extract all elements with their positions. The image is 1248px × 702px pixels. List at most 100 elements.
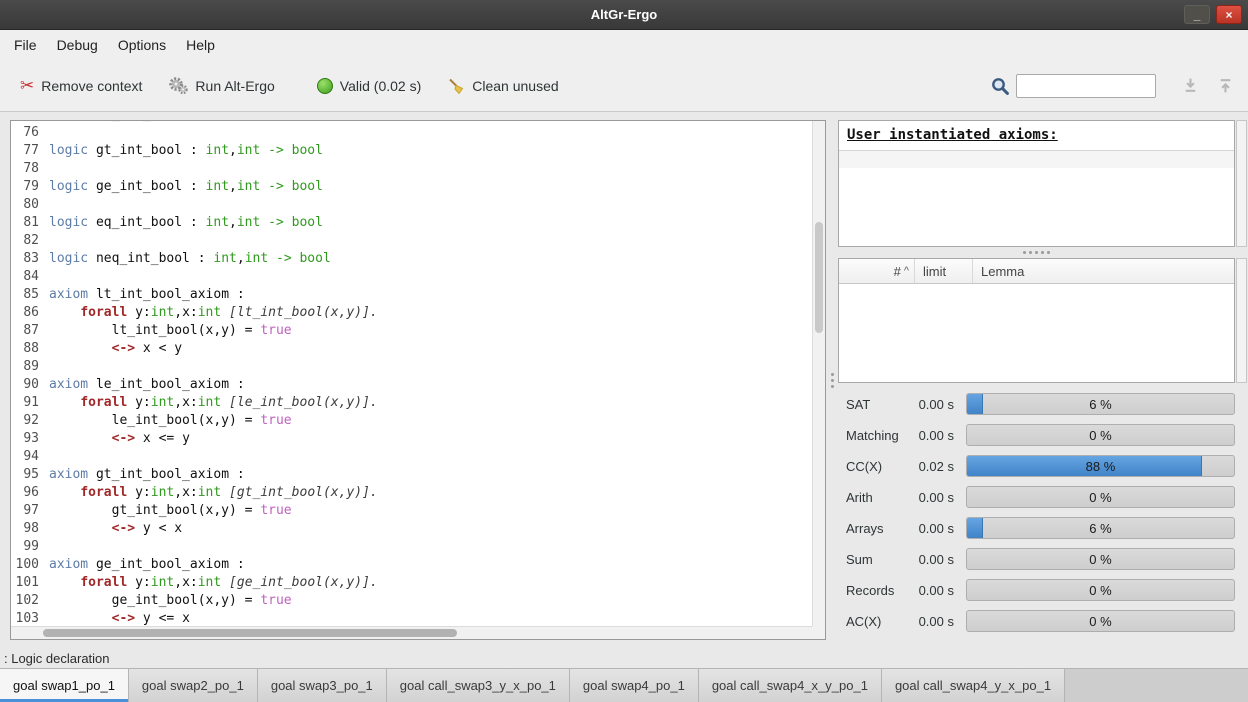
code-line-102[interactable]: 102 ge_int_bool(x,y) = true bbox=[11, 592, 812, 610]
run-alt-ergo-button[interactable]: Run Alt-Ergo bbox=[162, 72, 280, 100]
code-line-97[interactable]: 97 gt_int_bool(x,y) = true bbox=[11, 502, 812, 520]
code-text bbox=[49, 538, 812, 556]
code-line-96[interactable]: 96 forall y:int,x:int [gt_int_bool(x,y)]… bbox=[11, 484, 812, 502]
code-line-98[interactable]: 98 <-> y < x bbox=[11, 520, 812, 538]
code-line-91[interactable]: 91 forall y:int,x:int [le_int_bool(x,y)]… bbox=[11, 394, 812, 412]
code-line-87[interactable]: 87 lt_int_bool(x,y) = true bbox=[11, 322, 812, 340]
code-line-84[interactable]: 84 bbox=[11, 268, 812, 286]
code-line-99[interactable]: 99 bbox=[11, 538, 812, 556]
titlebar[interactable]: AltGr-Ergo _ × bbox=[0, 0, 1248, 30]
code-line-80[interactable]: 80 bbox=[11, 196, 812, 214]
line-number: 84 bbox=[11, 268, 49, 286]
tab-label: goal swap3_po_1 bbox=[271, 678, 373, 693]
column-header-limit[interactable]: limit bbox=[915, 259, 973, 283]
code-line-78[interactable]: 78 bbox=[11, 160, 812, 178]
column-header-lemma[interactable]: Lemma bbox=[973, 259, 1234, 283]
code-line-88[interactable]: 88 <-> x < y bbox=[11, 340, 812, 358]
editor-panel-splitter[interactable] bbox=[826, 120, 838, 640]
code-line-89[interactable]: 89 bbox=[11, 358, 812, 376]
code-line-93[interactable]: 93 <-> x <= y bbox=[11, 430, 812, 448]
code-line-83[interactable]: 83logic neq_int_bool : int,int -> bool bbox=[11, 250, 812, 268]
axioms-table-splitter[interactable] bbox=[838, 247, 1235, 258]
code-line-82[interactable]: 82 bbox=[11, 232, 812, 250]
stat-time: 0.00 s bbox=[906, 583, 954, 598]
stat-progress-bar: 88 % bbox=[966, 455, 1235, 477]
code-line-90[interactable]: 90axiom le_int_bool_axiom : bbox=[11, 376, 812, 394]
stat-row-cc-x: CC(X)0.02 s88 % bbox=[846, 455, 1235, 477]
stat-row-ac-x: AC(X)0.00 s0 % bbox=[846, 610, 1235, 632]
tab-goal-call-swap3-y-x-po-1[interactable]: goal call_swap3_y_x_po_1 bbox=[387, 669, 570, 702]
lemma-table-body[interactable] bbox=[839, 284, 1234, 382]
code-line-86[interactable]: 86 forall y:int,x:int [lt_int_bool(x,y)]… bbox=[11, 304, 812, 322]
code-line-76[interactable]: 76 bbox=[11, 124, 812, 142]
goal-tabbar: goal swap1_po_1goal swap2_po_1 goal swap3… bbox=[0, 668, 1248, 702]
tab-label: goal swap4_po_1 bbox=[583, 678, 685, 693]
editor-horizontal-scrollbar[interactable] bbox=[11, 626, 812, 639]
line-number: 96 bbox=[11, 484, 49, 502]
splitter-grip-icon bbox=[1035, 251, 1038, 254]
stat-label: Arrays bbox=[846, 521, 906, 536]
code-editor[interactable]: 75logic le_int_bool : int,int -> bool767… bbox=[10, 120, 826, 640]
go-up-icon[interactable] bbox=[1217, 77, 1234, 94]
clean-unused-button[interactable]: Clean unused bbox=[441, 73, 564, 99]
code-line-101[interactable]: 101 forall y:int,x:int [ge_int_bool(x,y)… bbox=[11, 574, 812, 592]
axioms-scrollbar[interactable] bbox=[1236, 120, 1247, 247]
code-line-81[interactable]: 81logic eq_int_bool : int,int -> bool bbox=[11, 214, 812, 232]
horizontal-scrollbar-thumb[interactable] bbox=[43, 629, 457, 637]
tab-goal-call-swap4-x-y-po-1[interactable]: goal call_swap4_x_y_po_1 bbox=[699, 669, 882, 702]
code-text: ge_int_bool(x,y) = true bbox=[49, 592, 812, 610]
editor-vertical-scrollbar[interactable] bbox=[812, 121, 825, 626]
stat-label: AC(X) bbox=[846, 614, 906, 629]
tab-goal-swap2-po-1[interactable]: goal swap2_po_1 bbox=[129, 669, 258, 702]
line-number: 97 bbox=[11, 502, 49, 520]
tab-goal-swap3-po-1[interactable]: goal swap3_po_1 bbox=[258, 669, 387, 702]
stat-progress-bar: 0 % bbox=[966, 548, 1235, 570]
code-line-94[interactable]: 94 bbox=[11, 448, 812, 466]
menu-help[interactable]: Help bbox=[176, 32, 225, 58]
code-text: forall y:int,x:int [lt_int_bool(x,y)]. bbox=[49, 304, 812, 322]
search-input[interactable] bbox=[1016, 74, 1156, 98]
line-number: 78 bbox=[11, 160, 49, 178]
tab-goal-call-swap4-y-x-po-1[interactable]: goal call_swap4_y_x_po_1 bbox=[882, 669, 1065, 702]
stat-percent: 0 % bbox=[967, 487, 1234, 507]
code-text: axiom le_int_bool_axiom : bbox=[49, 376, 812, 394]
code-line-79[interactable]: 79logic ge_int_bool : int,int -> bool bbox=[11, 178, 812, 196]
tab-goal-swap1-po-1[interactable]: goal swap1_po_1 bbox=[0, 669, 129, 702]
menu-file[interactable]: File bbox=[4, 32, 47, 58]
line-number: 103 bbox=[11, 610, 49, 626]
code-view[interactable]: 75logic le_int_bool : int,int -> bool767… bbox=[11, 121, 812, 626]
line-number: 89 bbox=[11, 358, 49, 376]
stat-row-matching: Matching0.00 s0 % bbox=[846, 424, 1235, 446]
stat-row-arrays: Arrays0.00 s6 % bbox=[846, 517, 1235, 539]
code-line-95[interactable]: 95axiom gt_int_bool_axiom : bbox=[11, 466, 812, 484]
splitter-grip-icon bbox=[831, 379, 834, 382]
tab-goal-swap4-po-1[interactable]: goal swap4_po_1 bbox=[570, 669, 699, 702]
code-line-85[interactable]: 85axiom lt_int_bool_axiom : bbox=[11, 286, 812, 304]
line-number: 85 bbox=[11, 286, 49, 304]
code-line-92[interactable]: 92 le_int_bool(x,y) = true bbox=[11, 412, 812, 430]
code-line-77[interactable]: 77logic gt_int_bool : int,int -> bool bbox=[11, 142, 812, 160]
menu-debug[interactable]: Debug bbox=[47, 32, 108, 58]
code-text: forall y:int,x:int [le_int_bool(x,y)]. bbox=[49, 394, 812, 412]
line-number: 86 bbox=[11, 304, 49, 322]
stat-progress-bar: 0 % bbox=[966, 610, 1235, 632]
code-line-100[interactable]: 100axiom ge_int_bool_axiom : bbox=[11, 556, 812, 574]
tab-label: goal call_swap3_y_x_po_1 bbox=[400, 678, 556, 693]
code-line-103[interactable]: 103 <-> y <= x bbox=[11, 610, 812, 626]
stat-row-arith: Arith0.00 s0 % bbox=[846, 486, 1235, 508]
menu-options[interactable]: Options bbox=[108, 32, 176, 58]
minimize-button[interactable]: _ bbox=[1184, 5, 1210, 24]
remove-context-button[interactable]: ✂ Remove context bbox=[14, 72, 148, 100]
line-number: 88 bbox=[11, 340, 49, 358]
line-number: 102 bbox=[11, 592, 49, 610]
lemma-table-scrollbar[interactable] bbox=[1236, 258, 1247, 383]
sort-ascending-icon: ^ bbox=[904, 265, 909, 277]
stat-label: Sum bbox=[846, 552, 906, 567]
column-header-number[interactable]: # ^ bbox=[839, 259, 915, 283]
stat-label: Records bbox=[846, 583, 906, 598]
stat-time: 0.00 s bbox=[906, 521, 954, 536]
vertical-scrollbar-thumb[interactable] bbox=[815, 222, 823, 333]
go-down-icon[interactable] bbox=[1182, 77, 1199, 94]
close-button[interactable]: × bbox=[1216, 5, 1242, 24]
code-text: logic neq_int_bool : int,int -> bool bbox=[49, 250, 812, 268]
